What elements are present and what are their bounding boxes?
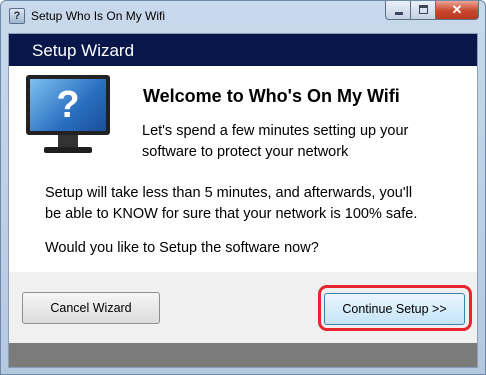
app-icon: ?: [9, 8, 25, 24]
welcome-title: Welcome to Who's On My Wifi: [143, 86, 400, 106]
title-bar[interactable]: ? Setup Who Is On My Wifi ✕: [1, 1, 485, 33]
body-text-line: Setup will take less than 5 minutes, and…: [45, 185, 413, 201]
close-icon: ✕: [451, 2, 463, 17]
minimize-button[interactable]: [385, 1, 411, 20]
cancel-wizard-button[interactable]: Cancel Wizard: [22, 292, 160, 324]
caption-buttons: ✕: [385, 1, 479, 21]
question-mark-icon: ?: [30, 79, 106, 131]
wizard-client-area: Setup Wizard ? Welcome to Who's On My Wi…: [8, 33, 478, 368]
intro-text-line: software to protect your network: [142, 144, 349, 160]
monitor-base: [44, 147, 92, 153]
minimize-icon: [395, 12, 403, 15]
close-button[interactable]: ✕: [436, 1, 479, 20]
footer-strip: [9, 343, 477, 367]
monitor-question-icon: ?: [26, 75, 110, 161]
maximize-icon: [419, 5, 428, 14]
intro-text-line: Let's spend a few minutes setting up you…: [142, 123, 409, 139]
wizard-header: Setup Wizard: [9, 34, 477, 66]
window-title: Setup Who Is On My Wifi: [31, 9, 166, 23]
continue-setup-button[interactable]: Continue Setup >>: [324, 293, 465, 325]
maximize-button[interactable]: [411, 1, 436, 20]
setup-question: Would you like to Setup the software now…: [45, 240, 319, 256]
body-text-line: be able to KNOW for sure that your netwo…: [45, 206, 418, 222]
setup-window: ? Setup Who Is On My Wifi ✕ Setup Wizard…: [0, 0, 486, 375]
monitor-stand: [58, 135, 78, 147]
wizard-footer: Cancel Wizard Continue Setup >>: [9, 272, 477, 367]
wizard-header-title: Setup Wizard: [32, 41, 135, 60]
monitor-screen: ?: [26, 75, 110, 135]
